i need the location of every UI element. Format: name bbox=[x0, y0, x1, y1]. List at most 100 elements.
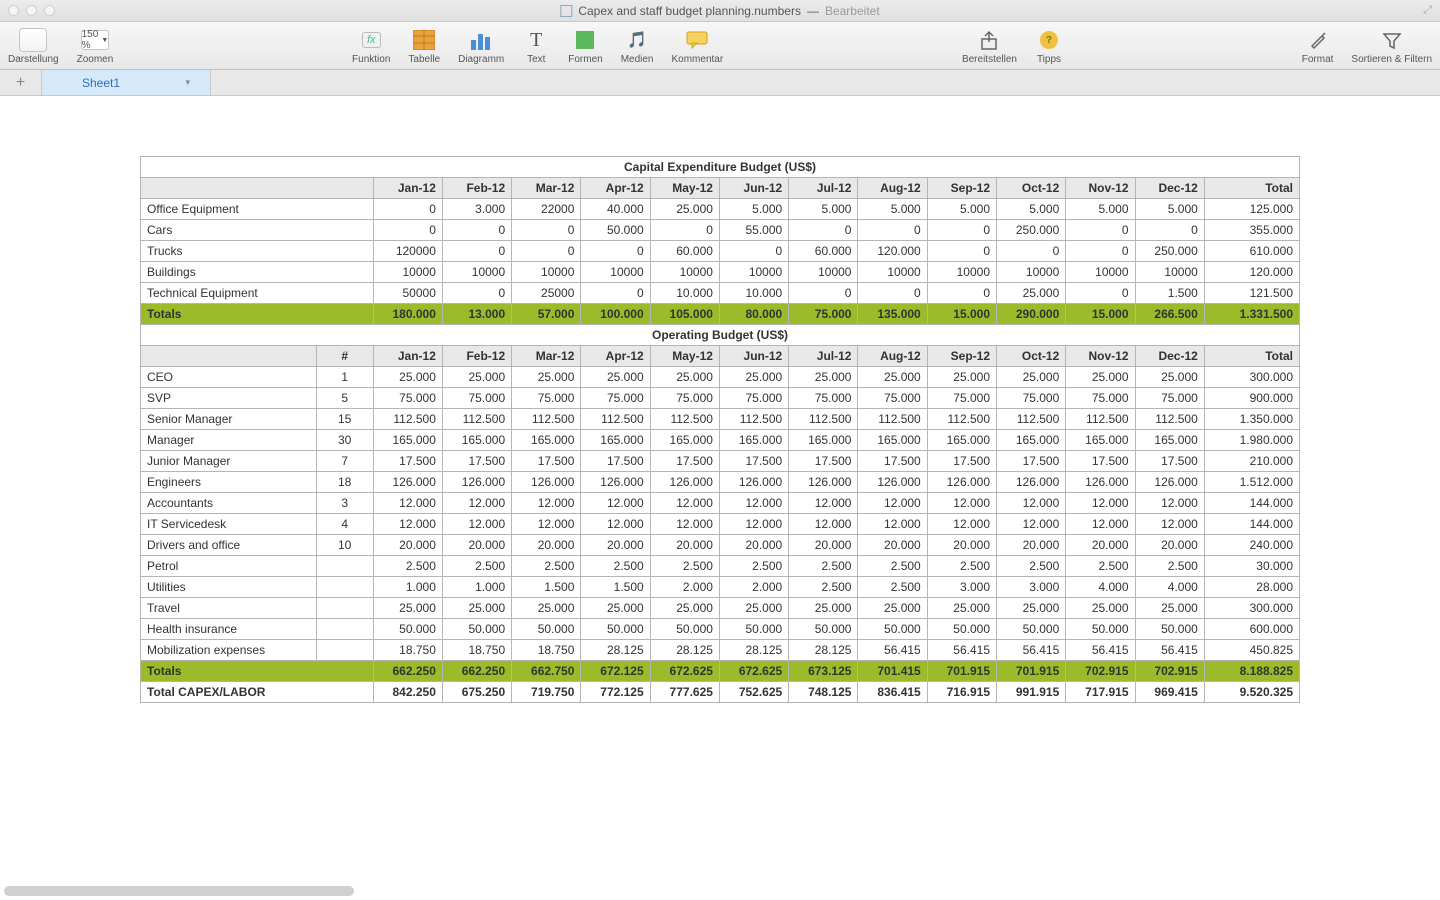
cell[interactable]: 4 bbox=[316, 514, 373, 535]
cell[interactable]: 3.000 bbox=[442, 199, 511, 220]
cell[interactable]: 75.000 bbox=[789, 304, 858, 325]
cell[interactable]: Dec-12 bbox=[1135, 178, 1204, 199]
cell[interactable]: 15.000 bbox=[927, 304, 996, 325]
cell[interactable]: 112.500 bbox=[512, 409, 581, 430]
cell[interactable]: 0 bbox=[442, 220, 511, 241]
cell[interactable]: 10 bbox=[316, 535, 373, 556]
cell[interactable]: 25.000 bbox=[442, 598, 511, 619]
cell[interactable]: 300.000 bbox=[1204, 367, 1299, 388]
cell[interactable]: Technical Equipment bbox=[141, 283, 374, 304]
cell[interactable]: 2.500 bbox=[997, 556, 1066, 577]
cell[interactable]: 20.000 bbox=[927, 535, 996, 556]
cell[interactable]: 10000 bbox=[650, 262, 719, 283]
cell[interactable]: Senior Manager bbox=[141, 409, 317, 430]
cell[interactable]: 28.000 bbox=[1204, 577, 1299, 598]
cell[interactable]: 50.000 bbox=[650, 619, 719, 640]
cell[interactable]: 12.000 bbox=[1135, 514, 1204, 535]
cell[interactable]: 836.415 bbox=[858, 682, 927, 703]
cell[interactable]: 25.000 bbox=[789, 598, 858, 619]
sheet-tab-active[interactable]: Sheet1 bbox=[42, 70, 211, 95]
cell[interactable]: 5.000 bbox=[997, 199, 1066, 220]
cell[interactable]: 50.000 bbox=[927, 619, 996, 640]
cell[interactable]: 135.000 bbox=[858, 304, 927, 325]
cell[interactable]: 112.500 bbox=[858, 409, 927, 430]
cell[interactable]: # bbox=[316, 346, 373, 367]
cell[interactable]: 112.500 bbox=[789, 409, 858, 430]
cell[interactable]: 12.000 bbox=[1066, 514, 1135, 535]
cell[interactable]: 25.000 bbox=[512, 598, 581, 619]
sort-filter-button[interactable]: Sortieren & Filtern bbox=[1351, 28, 1432, 65]
cell[interactable]: Apr-12 bbox=[581, 178, 650, 199]
cell[interactable]: 12.000 bbox=[997, 493, 1066, 514]
cell[interactable]: 12.000 bbox=[927, 493, 996, 514]
cell[interactable]: 75.000 bbox=[1066, 388, 1135, 409]
cell[interactable]: 250.000 bbox=[1135, 241, 1204, 262]
cell[interactable]: 2.500 bbox=[1135, 556, 1204, 577]
cell[interactable]: 22000 bbox=[512, 199, 581, 220]
cell[interactable]: 75.000 bbox=[927, 388, 996, 409]
cell[interactable]: 25.000 bbox=[1135, 598, 1204, 619]
cell[interactable]: 126.000 bbox=[789, 472, 858, 493]
cell[interactable]: 126.000 bbox=[581, 472, 650, 493]
cell[interactable] bbox=[316, 640, 373, 661]
cell[interactable]: Operating Budget (US$) bbox=[141, 325, 1300, 346]
cell[interactable] bbox=[141, 178, 374, 199]
cell[interactable]: 701.915 bbox=[927, 661, 996, 682]
cell[interactable]: 777.625 bbox=[650, 682, 719, 703]
cell[interactable]: 17.500 bbox=[512, 451, 581, 472]
cell[interactable]: 772.125 bbox=[581, 682, 650, 703]
cell[interactable]: 2.500 bbox=[581, 556, 650, 577]
shapes-button[interactable]: Formen bbox=[568, 28, 602, 65]
cell[interactable]: 60.000 bbox=[650, 241, 719, 262]
cell[interactable]: 2.500 bbox=[719, 556, 788, 577]
cell[interactable]: 12.000 bbox=[997, 514, 1066, 535]
zoom-icon[interactable] bbox=[44, 5, 55, 16]
cell[interactable]: 662.750 bbox=[512, 661, 581, 682]
cell[interactable]: 165.000 bbox=[1135, 430, 1204, 451]
horizontal-scrollbar[interactable] bbox=[4, 886, 354, 896]
cell[interactable]: 112.500 bbox=[373, 409, 442, 430]
cell[interactable]: Drivers and office bbox=[141, 535, 317, 556]
chart-button[interactable]: Diagramm bbox=[458, 28, 504, 65]
cell[interactable]: 126.000 bbox=[373, 472, 442, 493]
cell[interactable]: 3.000 bbox=[927, 577, 996, 598]
cell[interactable]: 3.000 bbox=[997, 577, 1066, 598]
cell[interactable]: SVP bbox=[141, 388, 317, 409]
cell[interactable]: 672.625 bbox=[650, 661, 719, 682]
cell[interactable]: 662.250 bbox=[442, 661, 511, 682]
add-sheet-button[interactable]: + bbox=[0, 70, 42, 95]
cell[interactable]: 18.750 bbox=[373, 640, 442, 661]
cell[interactable]: 12.000 bbox=[581, 493, 650, 514]
budget-table[interactable]: Capital Expenditure Budget (US$)Jan-12Fe… bbox=[140, 156, 1300, 703]
cell[interactable]: Mar-12 bbox=[512, 346, 581, 367]
cell[interactable]: 25.000 bbox=[997, 367, 1066, 388]
cell[interactable]: Buildings bbox=[141, 262, 374, 283]
cell[interactable]: 2.500 bbox=[442, 556, 511, 577]
cell[interactable]: 12.000 bbox=[858, 493, 927, 514]
cell[interactable]: 675.250 bbox=[442, 682, 511, 703]
cell[interactable]: 57.000 bbox=[512, 304, 581, 325]
cell[interactable]: 4.000 bbox=[1066, 577, 1135, 598]
cell[interactable]: 100.000 bbox=[581, 304, 650, 325]
cell[interactable]: 25.000 bbox=[789, 367, 858, 388]
cell[interactable]: 12.000 bbox=[1066, 493, 1135, 514]
cell[interactable]: 28.125 bbox=[650, 640, 719, 661]
cell[interactable]: 112.500 bbox=[1135, 409, 1204, 430]
cell[interactable]: Jul-12 bbox=[789, 178, 858, 199]
cell[interactable]: 0 bbox=[373, 199, 442, 220]
cell[interactable]: Jun-12 bbox=[719, 346, 788, 367]
cell[interactable]: 3 bbox=[316, 493, 373, 514]
cell[interactable]: May-12 bbox=[650, 346, 719, 367]
cell[interactable]: 0 bbox=[581, 241, 650, 262]
cell[interactable]: 2.500 bbox=[1066, 556, 1135, 577]
cell[interactable]: Jan-12 bbox=[373, 178, 442, 199]
cell[interactable]: Jan-12 bbox=[373, 346, 442, 367]
cell[interactable]: Aug-12 bbox=[858, 178, 927, 199]
cell[interactable]: 105.000 bbox=[650, 304, 719, 325]
cell[interactable]: 842.250 bbox=[373, 682, 442, 703]
cell[interactable]: Junior Manager bbox=[141, 451, 317, 472]
cell[interactable]: 56.415 bbox=[858, 640, 927, 661]
cell[interactable]: 0 bbox=[789, 283, 858, 304]
cell[interactable]: 0 bbox=[927, 241, 996, 262]
cell[interactable]: 5.000 bbox=[1066, 199, 1135, 220]
